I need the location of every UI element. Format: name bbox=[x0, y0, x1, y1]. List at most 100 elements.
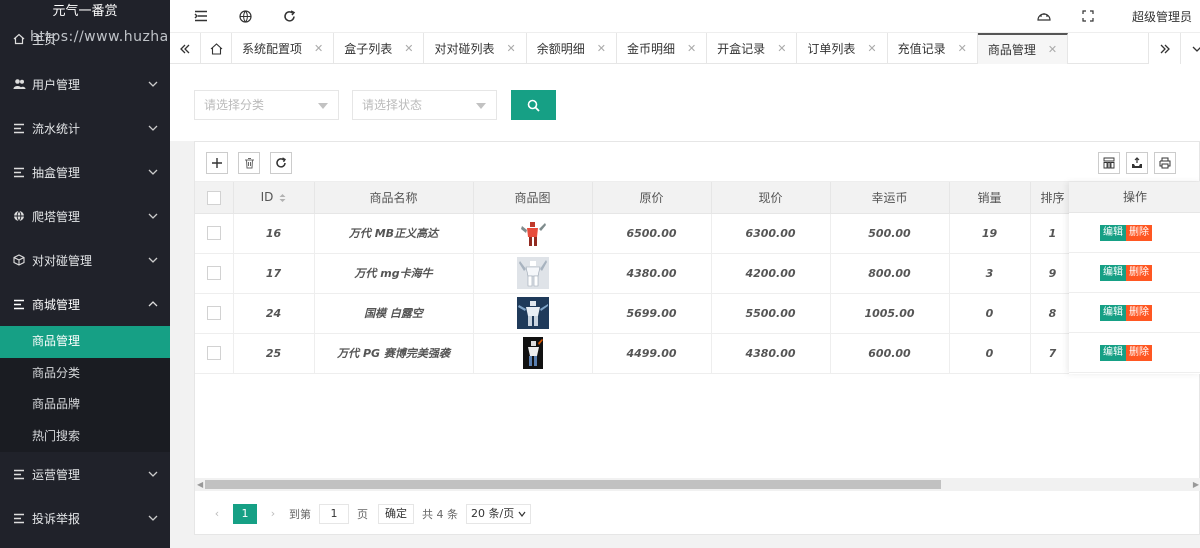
delete-button[interactable]: 删除 bbox=[1126, 344, 1152, 361]
select-all-checkbox[interactable] bbox=[206, 190, 221, 205]
row-checkbox[interactable] bbox=[206, 346, 221, 360]
close-icon[interactable]: ✕ bbox=[404, 42, 413, 55]
tab-recharge-records[interactable]: 充值记录 ✕ bbox=[888, 33, 978, 64]
tab-label: 订单列表 bbox=[807, 42, 856, 56]
tabs-scroll-right-icon[interactable] bbox=[1148, 33, 1180, 64]
goto-page-input[interactable]: 1 bbox=[319, 503, 349, 524]
refresh-icon[interactable] bbox=[278, 5, 300, 27]
robot-red-icon[interactable] bbox=[516, 217, 549, 249]
tab-box-list[interactable]: 盒子列表 ✕ bbox=[334, 33, 425, 64]
prev-page-icon[interactable]: ‹ bbox=[207, 507, 227, 520]
fullscreen-icon[interactable] bbox=[1077, 5, 1099, 27]
edit-button[interactable]: 编辑 bbox=[1100, 304, 1126, 321]
sidebar-item-match[interactable]: 对对碰管理 bbox=[0, 238, 170, 282]
content-footer bbox=[170, 535, 1200, 548]
tab-label: 系统配置项 bbox=[242, 42, 303, 56]
operations-row: 编辑 删除 bbox=[1069, 293, 1200, 333]
edit-button[interactable]: 编辑 bbox=[1100, 264, 1126, 281]
chevron-up-icon bbox=[148, 301, 158, 307]
cell-original-price: 4499.00 bbox=[592, 333, 712, 374]
horizontal-scrollbar[interactable]: ◀ ▶ bbox=[195, 478, 1200, 491]
sidebar-item-box[interactable]: 抽盒管理 bbox=[0, 150, 170, 194]
sidebar-subitem-hot-search[interactable]: 热门搜索 bbox=[0, 421, 170, 453]
close-icon[interactable]: ✕ bbox=[777, 42, 786, 55]
category-select[interactable]: 请选择分类 bbox=[194, 90, 339, 120]
watermark: https://www.huzhan.com/ishop24660 bbox=[30, 29, 170, 45]
sort-icon[interactable] bbox=[279, 193, 286, 203]
admin-menu[interactable]: 超级管理员 bbox=[1132, 8, 1192, 25]
delete-button[interactable]: 删除 bbox=[1126, 264, 1152, 281]
print-button[interactable] bbox=[1154, 152, 1176, 174]
page-size-select[interactable]: 20 条/页 bbox=[466, 503, 532, 524]
export-button[interactable] bbox=[1126, 152, 1148, 174]
delete-button[interactable]: 删除 bbox=[1126, 224, 1152, 241]
edit-button[interactable]: 编辑 bbox=[1100, 224, 1126, 241]
close-icon[interactable]: ✕ bbox=[597, 42, 606, 55]
robot-white-icon[interactable] bbox=[516, 257, 549, 289]
sidebar-item-label: 商城管理 bbox=[32, 297, 81, 312]
sidebar-item-operations[interactable]: 运营管理 bbox=[0, 452, 170, 496]
home-icon bbox=[210, 42, 222, 55]
robot-blue-icon[interactable] bbox=[516, 297, 549, 329]
menu-toggle-icon[interactable] bbox=[190, 5, 212, 27]
sidebar-item-flow[interactable]: 流水统计 bbox=[0, 106, 170, 150]
close-icon[interactable]: ✕ bbox=[867, 42, 876, 55]
tab-product-management[interactable]: 商品管理 ✕ bbox=[977, 33, 1069, 64]
search-button[interactable] bbox=[511, 90, 556, 120]
app-title: 元气一番赏 bbox=[52, 4, 118, 19]
delete-selected-button[interactable] bbox=[238, 152, 260, 174]
tab-label: 充值记录 bbox=[897, 42, 946, 56]
robot-dark-icon[interactable] bbox=[517, 337, 549, 369]
refresh-table-button[interactable] bbox=[270, 152, 292, 174]
columns-filter-button[interactable] bbox=[1098, 152, 1120, 174]
table-row: 16 万代 MB正义高达 6500.00 6300.00 500.00 19 1 bbox=[195, 213, 1076, 254]
tab-match-list[interactable]: 对对碰列表 ✕ bbox=[424, 33, 527, 64]
sidebar-subitem-brands[interactable]: 商品品牌 bbox=[0, 389, 170, 421]
goto-confirm-button[interactable]: 确定 bbox=[378, 503, 414, 524]
add-button[interactable] bbox=[206, 152, 228, 174]
sidebar-subitem-categories[interactable]: 商品分类 bbox=[0, 358, 170, 390]
tabs-menu-chevron-icon[interactable] bbox=[1180, 33, 1200, 64]
top-header: 超级管理员 bbox=[170, 0, 1200, 33]
tab-label: 盒子列表 bbox=[344, 42, 393, 56]
sidebar-subitem-products[interactable]: 商品管理 bbox=[0, 326, 170, 358]
close-icon[interactable]: ✕ bbox=[314, 42, 323, 55]
sidebar-item-shop[interactable]: 商城管理 bbox=[0, 282, 170, 326]
status-placeholder: 请选择状态 bbox=[362, 98, 423, 112]
cell-sales: 0 bbox=[949, 293, 1031, 334]
col-id[interactable]: ID bbox=[233, 182, 315, 214]
sidebar-item-tower[interactable]: 爬塔管理 bbox=[0, 194, 170, 238]
close-icon[interactable]: ✕ bbox=[958, 42, 967, 55]
close-icon[interactable]: ✕ bbox=[506, 42, 515, 55]
tab-open-records[interactable]: 开盒记录 ✕ bbox=[707, 33, 798, 64]
row-checkbox[interactable] bbox=[206, 306, 221, 320]
sidebar-item-complaints[interactable]: 投诉举报 bbox=[0, 496, 170, 540]
theme-palette-icon[interactable] bbox=[1033, 5, 1055, 27]
scrollbar-thumb[interactable] bbox=[205, 480, 941, 489]
tab-home[interactable] bbox=[201, 33, 232, 64]
chevron-down-icon bbox=[148, 125, 158, 131]
scroll-right-arrow-icon[interactable]: ▶ bbox=[1193, 480, 1199, 489]
tab-coin-detail[interactable]: 金币明细 ✕ bbox=[617, 33, 708, 64]
delete-button[interactable]: 删除 bbox=[1126, 304, 1152, 321]
scroll-left-arrow-icon[interactable]: ◀ bbox=[197, 480, 203, 489]
cell-lucky-coin: 600.00 bbox=[830, 333, 950, 374]
page-unit-label: 页 bbox=[357, 507, 368, 521]
globe-icon bbox=[12, 209, 26, 223]
next-page-icon[interactable]: › bbox=[263, 507, 283, 520]
page-current[interactable]: 1 bbox=[233, 503, 257, 524]
col-original-price: 原价 bbox=[592, 182, 712, 214]
tab-balance-detail[interactable]: 余额明细 ✕ bbox=[527, 33, 617, 64]
close-icon[interactable]: ✕ bbox=[1048, 43, 1057, 56]
status-select[interactable]: 请选择状态 bbox=[352, 90, 497, 120]
sidebar-item-users[interactable]: 用户管理 bbox=[0, 62, 170, 106]
tabs-scroll-left-icon[interactable] bbox=[170, 33, 201, 64]
close-icon[interactable]: ✕ bbox=[687, 42, 696, 55]
row-checkbox[interactable] bbox=[206, 266, 221, 280]
tab-order-list[interactable]: 订单列表 ✕ bbox=[797, 33, 888, 64]
tab-system-config[interactable]: 系统配置项 ✕ bbox=[232, 33, 335, 64]
edit-button[interactable]: 编辑 bbox=[1100, 344, 1126, 361]
tab-label: 开盒记录 bbox=[717, 42, 766, 56]
globe-icon[interactable] bbox=[234, 5, 256, 27]
row-checkbox[interactable] bbox=[206, 226, 221, 240]
